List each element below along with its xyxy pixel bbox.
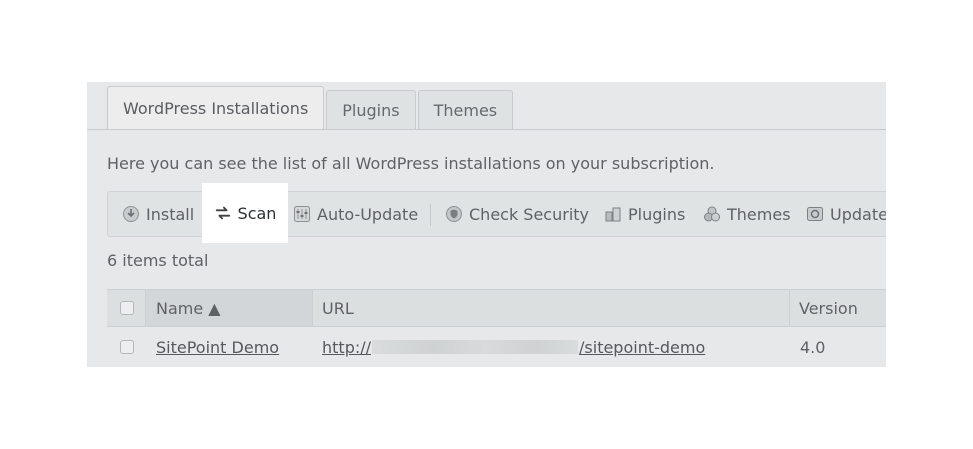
plugins-button[interactable]: Plugins	[604, 192, 685, 236]
check-security-button[interactable]: Check Security	[445, 192, 589, 236]
tab-themes[interactable]: Themes	[417, 90, 514, 130]
checkbox-box	[120, 301, 134, 315]
toolbar-separator	[430, 204, 431, 226]
items-total: 6 items total	[107, 251, 209, 270]
update-label: Update	[830, 204, 886, 224]
checkbox-box	[120, 340, 134, 354]
site-url-link[interactable]: http:// /sitepoint-demo	[322, 327, 705, 367]
table-header: Name ▲ URL Version	[107, 289, 886, 327]
column-header-version[interactable]: Version	[799, 290, 858, 326]
tab-divider	[87, 129, 886, 130]
column-header-url[interactable]: URL	[322, 290, 354, 326]
plugins-label: Plugins	[628, 204, 686, 224]
install-button[interactable]: Install	[122, 192, 194, 236]
row-checkbox[interactable]	[120, 327, 134, 367]
update-button[interactable]: Update	[806, 192, 886, 236]
auto-update-icon	[293, 205, 311, 223]
themes-icon	[703, 205, 721, 223]
site-name-link[interactable]: SitePoint Demo	[156, 327, 279, 367]
install-label: Install	[146, 204, 195, 224]
scan-icon	[214, 204, 232, 222]
select-all-checkbox[interactable]	[120, 290, 134, 326]
themes-label: Themes	[727, 204, 791, 224]
column-header-name[interactable]: Name ▲	[146, 290, 312, 326]
themes-button[interactable]: Themes	[703, 192, 791, 236]
url-suffix: /sitepoint-demo	[579, 337, 706, 357]
scan-label: Scan	[237, 203, 277, 223]
auto-update-label: Auto-Update	[317, 204, 419, 224]
update-icon	[806, 205, 824, 223]
site-name-text: SitePoint Demo	[156, 337, 280, 357]
column-divider	[312, 290, 313, 326]
tab-bar: WordPress Installations Plugins Themes	[107, 86, 515, 130]
redacted-domain	[372, 340, 579, 354]
table-row: SitePoint Demo http:// /sitepoint-demo 4.…	[107, 327, 886, 367]
auto-update-button[interactable]: Auto-Update	[293, 192, 418, 236]
shield-icon	[445, 205, 463, 223]
site-version: 4.0	[800, 337, 826, 357]
scan-button[interactable]: Scan	[202, 183, 288, 243]
tab-wordpress-installations[interactable]: WordPress Installations	[107, 86, 325, 130]
url-prefix: http://	[322, 337, 372, 357]
plugin-icon	[604, 205, 622, 223]
page-description: Here you can see the list of all WordPre…	[107, 154, 715, 173]
check-security-label: Check Security	[469, 204, 590, 224]
tab-plugins[interactable]: Plugins	[326, 90, 416, 130]
column-divider	[789, 290, 790, 326]
install-icon	[122, 205, 140, 223]
